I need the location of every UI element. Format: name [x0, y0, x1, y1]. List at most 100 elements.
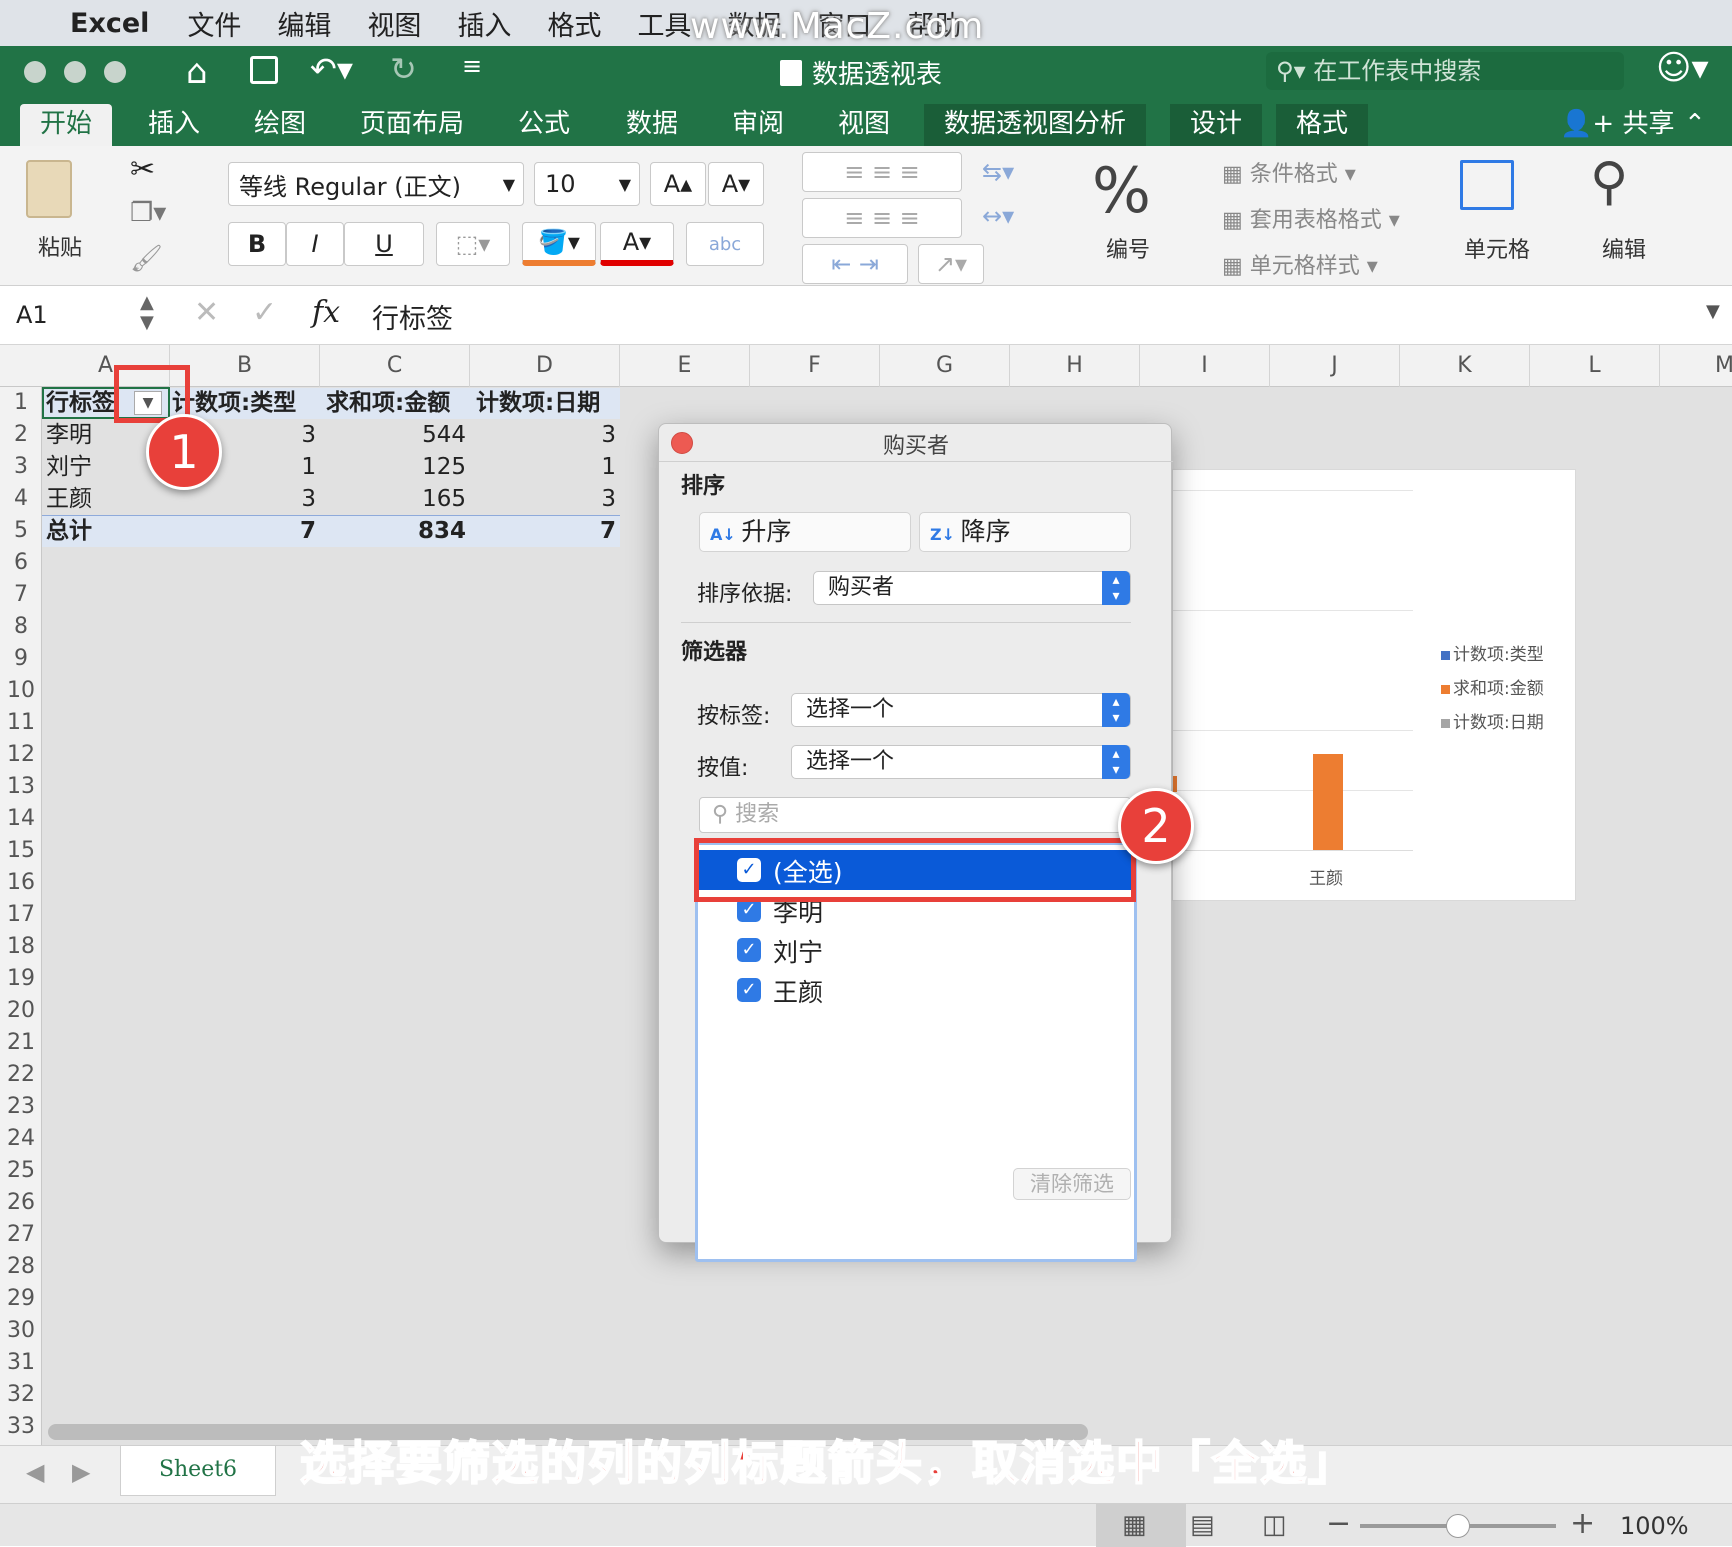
page-layout-view-icon[interactable]: ▤: [1190, 1510, 1215, 1540]
row-header[interactable]: 30: [0, 1315, 42, 1347]
pivot-total-label[interactable]: 总计: [46, 515, 166, 547]
column-header[interactable]: B: [170, 345, 320, 387]
increase-font-size-button[interactable]: A▴: [650, 162, 706, 206]
collapse-ribbon-icon[interactable]: ⌃: [1664, 104, 1726, 146]
zoom-out-icon[interactable]: −: [1326, 1506, 1351, 1541]
row-header[interactable]: 8: [0, 611, 42, 643]
tab-insert[interactable]: 插入: [128, 104, 220, 146]
menu-format[interactable]: 格式: [547, 4, 601, 43]
menu-view[interactable]: 视图: [367, 4, 421, 43]
undo-icon[interactable]: ↶▾: [310, 50, 353, 88]
column-header[interactable]: F: [750, 345, 880, 387]
name-box-stepper-icon[interactable]: ▲ ▼: [140, 293, 154, 333]
row-header[interactable]: 32: [0, 1379, 42, 1411]
home-icon[interactable]: ⌂: [186, 52, 208, 92]
cell-styles-button[interactable]: ▦ 单元格样式 ▾: [1222, 248, 1378, 280]
row-header[interactable]: 6: [0, 547, 42, 579]
confirm-entry-icon[interactable]: ✓: [252, 295, 277, 330]
column-header[interactable]: I: [1140, 345, 1270, 387]
row-header[interactable]: 10: [0, 675, 42, 707]
row-header[interactable]: 22: [0, 1059, 42, 1091]
cut-icon[interactable]: ✂: [130, 152, 155, 187]
redo-icon[interactable]: ↻: [390, 50, 417, 88]
column-header[interactable]: D: [470, 345, 620, 387]
formula-input[interactable]: 行标签: [372, 297, 453, 336]
filter-by-value-select[interactable]: 选择一个 ▴ ▾: [791, 745, 1131, 779]
column-header[interactable]: K: [1400, 345, 1530, 387]
row-header[interactable]: 2: [0, 419, 42, 451]
filter-search-input[interactable]: ⚲ 搜索: [699, 797, 1131, 833]
fill-color-button[interactable]: 🪣▾: [522, 222, 596, 266]
column-header[interactable]: H: [1010, 345, 1140, 387]
row-header[interactable]: 23: [0, 1091, 42, 1123]
smiley-feedback-icon[interactable]: ☺▾: [1656, 48, 1709, 88]
font-name-select[interactable]: 等线 Regular (正文) ▼: [228, 162, 524, 206]
pivot-value[interactable]: 165: [320, 483, 470, 515]
column-header[interactable]: E: [620, 345, 750, 387]
row-header[interactable]: 7: [0, 579, 42, 611]
page-break-view-icon[interactable]: ◫: [1262, 1510, 1287, 1540]
pivot-value[interactable]: 3: [470, 483, 620, 515]
row-header[interactable]: 21: [0, 1027, 42, 1059]
percent-icon[interactable]: %: [1092, 154, 1151, 227]
pivot-value[interactable]: 1: [470, 451, 620, 483]
cells-icon[interactable]: [1460, 160, 1514, 210]
magnifier-icon[interactable]: ⚲: [1590, 152, 1628, 212]
row-header[interactable]: 4: [0, 483, 42, 515]
customize-toolbar-icon[interactable]: ≡: [462, 52, 482, 80]
row-header[interactable]: 27: [0, 1219, 42, 1251]
row-header[interactable]: 19: [0, 963, 42, 995]
row-header[interactable]: 28: [0, 1251, 42, 1283]
column-header[interactable]: C: [320, 345, 470, 387]
horizontal-align-buttons[interactable]: ≡ ≡ ≡: [802, 198, 962, 238]
column-header[interactable]: L: [1530, 345, 1660, 387]
menu-edit[interactable]: 编辑: [277, 4, 331, 43]
italic-button[interactable]: I: [286, 222, 344, 266]
pivot-value[interactable]: 544: [320, 419, 470, 451]
sort-descending-button[interactable]: Z↓ 降序: [919, 512, 1131, 552]
row-header[interactable]: 16: [0, 867, 42, 899]
row-header[interactable]: 11: [0, 707, 42, 739]
next-sheet-icon[interactable]: ▶: [72, 1458, 90, 1486]
row-header[interactable]: 14: [0, 803, 42, 835]
copy-icon[interactable]: ❐▾: [130, 198, 166, 228]
menu-tools[interactable]: 工具: [637, 4, 691, 43]
pivot-total-value[interactable]: 7: [470, 515, 620, 547]
save-icon[interactable]: [250, 56, 278, 84]
row-header[interactable]: 18: [0, 931, 42, 963]
tab-format[interactable]: 格式: [1276, 104, 1369, 146]
tab-page-layout[interactable]: 页面布局: [340, 104, 484, 146]
row-header[interactable]: 3: [0, 451, 42, 483]
row-header[interactable]: 25: [0, 1155, 42, 1187]
minimize-window-button[interactable]: [64, 61, 86, 83]
pivot-total-value[interactable]: 834: [320, 515, 470, 547]
row-header[interactable]: 13: [0, 771, 42, 803]
menu-file[interactable]: 文件: [187, 4, 241, 43]
row-header[interactable]: 26: [0, 1187, 42, 1219]
zoom-window-button[interactable]: [104, 61, 126, 83]
close-window-button[interactable]: [24, 61, 46, 83]
format-painter-icon[interactable]: 🖌: [130, 244, 163, 274]
app-menu[interactable]: Excel: [70, 8, 149, 39]
row-header[interactable]: 17: [0, 899, 42, 931]
pivot-row-label[interactable]: 王颜: [46, 483, 166, 515]
tab-design[interactable]: 设计: [1170, 104, 1263, 146]
filter-by-label-select[interactable]: 选择一个 ▴ ▾: [791, 693, 1131, 727]
decrease-font-size-button[interactable]: A▾: [708, 162, 764, 206]
row-header[interactable]: 29: [0, 1283, 42, 1315]
vertical-align-buttons[interactable]: ≡ ≡ ≡: [802, 152, 962, 192]
tab-pivotchart-analyze[interactable]: 数据透视图分析: [924, 104, 1147, 146]
sheet-search-input[interactable]: ⚲▾ 在工作表中搜索: [1266, 52, 1624, 90]
indent-buttons[interactable]: ⇤ ⇥: [802, 244, 908, 284]
borders-button[interactable]: ⬚▾: [436, 222, 510, 266]
merge-center-icon[interactable]: ↔▾: [982, 202, 1014, 230]
insert-function-button[interactable]: fx: [312, 295, 340, 330]
sort-by-select[interactable]: 购买者 ▴ ▾: [813, 571, 1131, 605]
paste-icon[interactable]: [26, 160, 72, 218]
previous-sheet-icon[interactable]: ◀: [26, 1458, 44, 1486]
phonetic-button[interactable]: abc: [686, 222, 764, 266]
row-header[interactable]: 9: [0, 643, 42, 675]
zoom-slider-thumb[interactable]: [1446, 1514, 1470, 1538]
zoom-in-icon[interactable]: +: [1570, 1506, 1595, 1541]
column-header[interactable]: J: [1270, 345, 1400, 387]
